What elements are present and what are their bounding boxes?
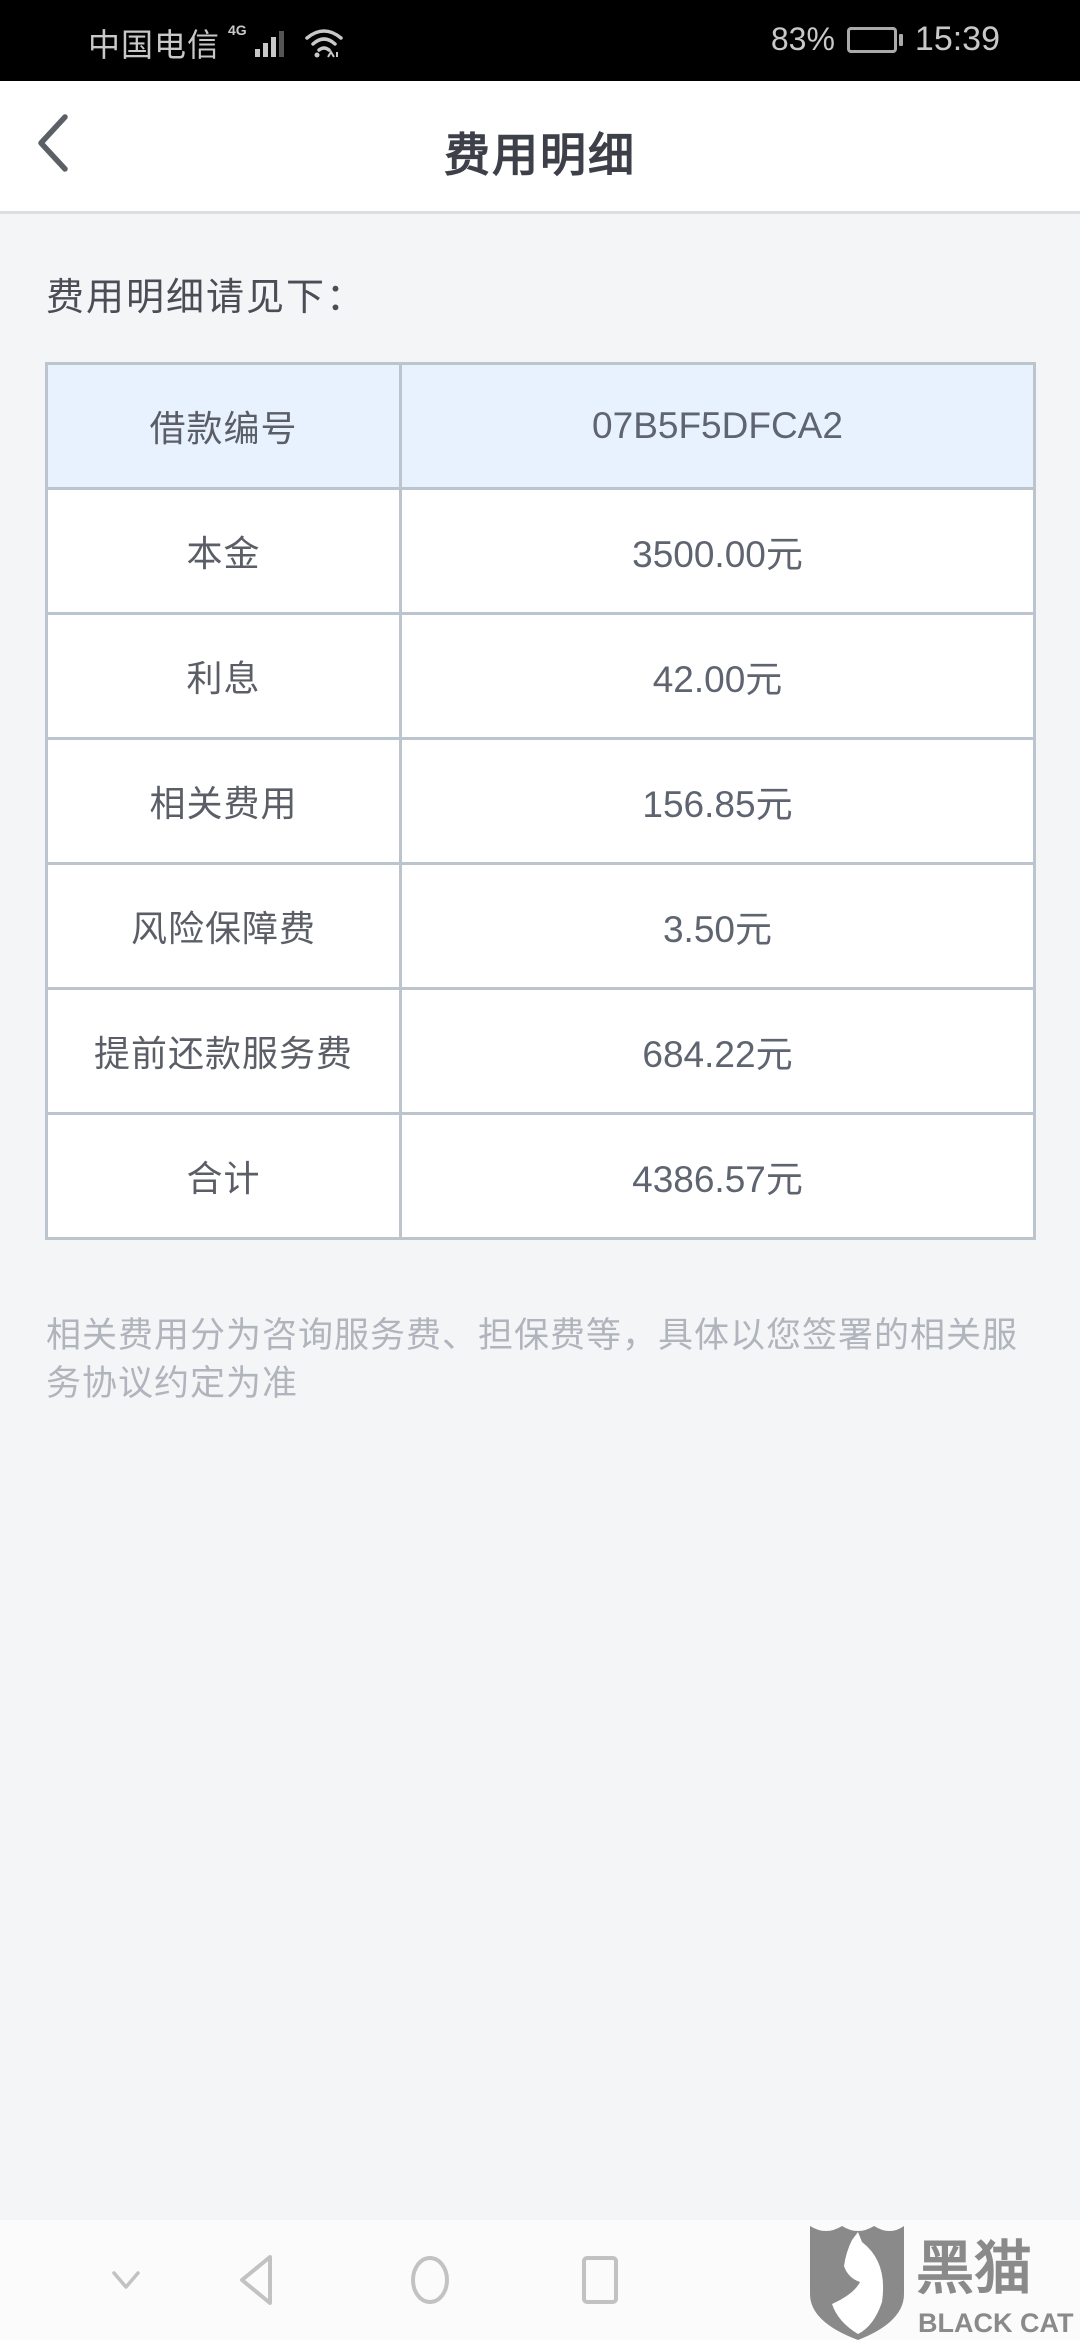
table-row-interest: 利息 42.00元 — [45, 612, 1036, 740]
row-value: 156.85元 — [399, 737, 1036, 865]
status-right: 83% 15:39 — [771, 20, 1000, 59]
row-value: 07B5F5DFCA2 — [399, 362, 1036, 490]
fee-table: 借款编号 07B5F5DFCA2 本金 3500.00元 利息 42.00元 相… — [45, 362, 1036, 1240]
nav-back-button[interactable] — [206, 2220, 306, 2340]
recents-square-icon — [582, 2256, 618, 2304]
intro-text: 费用明细请见下： — [46, 275, 367, 319]
chevron-down-icon — [112, 2271, 140, 2289]
row-label: 利息 — [45, 612, 402, 740]
table-row-related-fees: 相关费用 156.85元 — [45, 737, 1036, 865]
table-row-loan-id: 借款编号 07B5F5DFCA2 — [45, 362, 1036, 490]
row-label: 借款编号 — [45, 362, 402, 490]
black-cat-logo-icon: 黑猫 BLACK CAT — [810, 2226, 1074, 2340]
row-value: 4386.57元 — [399, 1112, 1036, 1240]
row-value: 3.50元 — [399, 862, 1036, 990]
signal-icon — [254, 29, 284, 57]
row-label: 提前还款服务费 — [45, 987, 402, 1115]
nav-recents-button[interactable] — [550, 2220, 650, 2340]
status-left: 中国电信 4G — [88, 20, 344, 66]
battery-icon — [846, 26, 903, 53]
page-title: 费用明细 — [444, 128, 636, 182]
table-row-risk-fee: 风险保障费 3.50元 — [45, 862, 1036, 990]
row-label: 本金 — [45, 487, 402, 615]
black-cat-watermark: 黑猫 BLACK CAT — [808, 2222, 1080, 2340]
back-triangle-icon — [240, 2255, 272, 2305]
watermark-cn: 黑猫 — [916, 2234, 1032, 2302]
table-row-total: 合计 4386.57元 — [45, 1112, 1036, 1240]
row-value: 3500.00元 — [399, 487, 1036, 615]
row-label: 合计 — [45, 1112, 402, 1240]
watermark-en: BLACK CAT — [918, 2308, 1074, 2338]
status-bar: 中国电信 4G 83% 15:39 — [0, 0, 1080, 81]
network-type: 4G — [228, 22, 247, 38]
home-circle-icon — [411, 2256, 449, 2304]
battery-percent: 83% — [770, 21, 835, 57]
row-value: 42.00元 — [399, 612, 1036, 740]
wifi-icon — [304, 29, 343, 58]
carrier-name: 中国电信 — [88, 27, 221, 63]
footnote: 相关费用分为咨询服务费、担保费等，具体以您签署的相关服务协议约定为准 — [46, 1316, 1019, 1404]
table-row-prepayment-fee: 提前还款服务费 684.22元 — [45, 987, 1036, 1115]
row-value: 684.22元 — [399, 987, 1036, 1115]
nav-home-button[interactable] — [380, 2220, 480, 2340]
app-header: 费用明细 — [0, 81, 1080, 214]
row-label: 风险保障费 — [45, 862, 402, 990]
hide-nav-button[interactable] — [76, 2220, 176, 2340]
table-row-principal: 本金 3500.00元 — [45, 487, 1036, 615]
row-label: 相关费用 — [45, 737, 402, 865]
clock: 15:39 — [914, 20, 1000, 58]
